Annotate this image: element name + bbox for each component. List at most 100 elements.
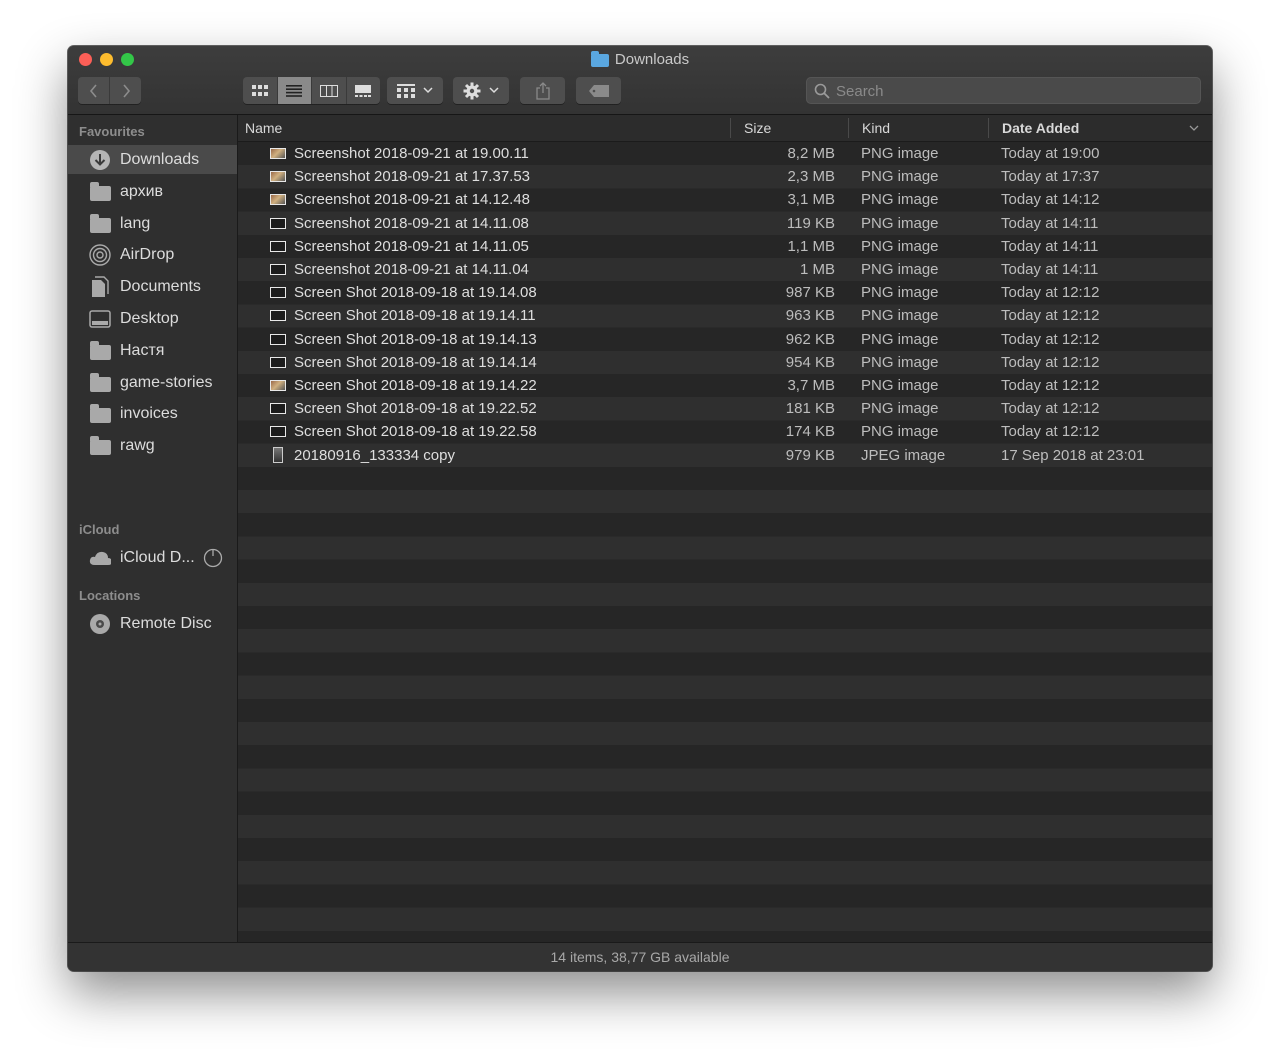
share-icon [535,81,550,100]
sidebar-item-label: Настя [120,341,165,359]
file-date-added: Today at 12:12 [1001,423,1100,441]
search-field[interactable] [806,77,1201,106]
sidebar: Favourites Downloads архив lang AirDrop … [68,115,238,942]
sidebar-item-lang[interactable]: lang [68,209,237,238]
sidebar-item-documents[interactable]: Documents [68,272,237,301]
file-name: Screen Shot 2018-09-18 at 19.22.52 [294,400,537,418]
file-row[interactable]: Screen Shot 2018-09-18 at 19.22.52 181 KB… [238,397,1212,420]
back-button[interactable] [78,77,110,104]
chevron-down-icon [489,87,499,94]
png-file-icon [270,194,286,206]
sidebar-item-label: архив [120,182,164,200]
png-file-icon [270,217,286,229]
sidebar-item-label: AirDrop [120,245,175,263]
file-row[interactable]: Screen Shot 2018-09-18 at 19.14.14 954 KB… [238,351,1212,374]
file-kind: PNG image [861,145,939,162]
file-size: 3,1 MB [787,191,835,209]
file-row[interactable]: Screenshot 2018-09-21 at 19.00.11 8,2 MB P… [238,142,1212,165]
file-kind: PNG image [861,353,939,371]
file-size: 979 KB [785,446,835,464]
tag-icon [588,84,609,97]
list-icon [286,84,303,97]
sidebar-item-desktop[interactable]: Desktop [68,304,237,333]
sidebar-item-nastya[interactable]: Настя [68,336,237,365]
file-name: Screen Shot 2018-09-18 at 19.14.14 [294,353,537,371]
column-header-size[interactable]: Size [744,115,771,141]
file-date-added: 17 Sep 2018 at 23:01 [1001,446,1145,464]
sidebar-item-label: invoices [120,404,178,422]
file-row[interactable]: Screen Shot 2018-09-18 at 19.14.22 3,7 MB… [238,374,1212,397]
sidebar-item-downloads[interactable]: Downloads [68,145,237,174]
view-mode-switcher [243,77,380,104]
sidebar-item-icloud-drive[interactable]: iCloud D... [68,543,237,572]
window-title-text: Downloads [614,51,690,68]
tag-button[interactable] [576,77,621,104]
column-divider[interactable] [848,118,849,138]
file-kind: PNG image [861,400,939,418]
png-file-icon [270,403,286,415]
file-name: Screenshot 2018-09-21 at 19.00.11 [294,145,529,162]
file-row[interactable]: Screenshot 2018-09-21 at 14.11.04 1 MB PNG… [238,258,1212,281]
file-row[interactable]: Screen Shot 2018-09-18 at 19.22.58 174 KB… [238,420,1212,443]
chevron-left-icon [89,83,97,98]
file-row[interactable]: Screen Shot 2018-09-18 at 19.14.13 962 KB… [238,328,1212,351]
file-row[interactable]: Screenshot 2018-09-21 at 14.11.08 119 KB P… [238,212,1212,235]
file-row[interactable]: Screen Shot 2018-09-18 at 19.14.08 987 KB… [238,281,1212,304]
column-header-name[interactable]: Name [245,115,282,141]
file-kind: PNG image [861,237,939,255]
sort-chevron-icon [1189,115,1199,141]
sidebar-item-archive[interactable]: архив [68,177,237,206]
file-size: 1,1 MB [787,237,835,255]
gear-icon [463,82,481,99]
sidebar-item-rawg[interactable]: rawg [68,431,237,460]
sidebar-item-label: rawg [120,436,155,454]
forward-button[interactable] [110,77,141,104]
sidebar-item-game-stories[interactable]: game-stories [68,368,237,397]
file-kind: PNG image [861,330,939,348]
finder-window: Downloads Search Favourites Downloads ар… [68,46,1212,971]
column-view-button[interactable] [312,77,347,104]
file-size: 8,2 MB [787,145,835,162]
folder-icon [89,340,111,360]
file-date-added: Today at 17:37 [1001,168,1100,186]
search-input[interactable] [834,77,1193,106]
file-name: Screenshot 2018-09-21 at 14.11.05 [294,237,529,255]
folder-icon [89,213,111,233]
icon-view-button[interactable] [243,77,278,104]
file-row[interactable]: 20180916_133334 copy 979 KB JPEG image 17 S… [238,444,1212,467]
sidebar-item-airdrop[interactable]: AirDrop [68,240,237,269]
sidebar-item-remote-disc[interactable]: Remote Disc [68,609,237,638]
file-row[interactable]: Screenshot 2018-09-21 at 14.11.05 1,1 MB P… [238,235,1212,258]
folder-icon [590,50,609,67]
file-name: Screenshot 2018-09-21 at 14.11.08 [294,214,529,232]
png-file-icon [270,171,286,183]
sidebar-item-label: game-stories [120,373,213,391]
group-by-button[interactable] [387,77,443,104]
file-size: 119 KB [786,214,835,232]
png-file-icon [270,310,286,322]
list-view-button[interactable] [277,77,312,104]
file-row[interactable]: Screen Shot 2018-09-18 at 19.14.11 963 KB… [238,304,1212,327]
disc-icon [89,613,111,635]
column-divider[interactable] [730,118,731,138]
action-button[interactable] [453,77,509,104]
sidebar-item-label: Downloads [120,150,200,168]
progress-ring-icon [203,548,222,567]
file-row[interactable]: Screenshot 2018-09-21 at 14.12.48 3,1 MB P… [238,188,1212,211]
column-divider[interactable] [988,118,989,138]
column-header-kind[interactable]: Kind [862,115,890,141]
sidebar-item-invoices[interactable]: invoices [68,399,237,428]
column-header-date-added[interactable]: Date Added [1002,115,1079,141]
file-size: 3,7 MB [787,377,835,394]
png-file-icon [270,148,286,159]
folder-icon [89,372,111,392]
gallery-view-button[interactable] [347,77,381,104]
png-file-icon [270,240,286,252]
file-row[interactable]: Screenshot 2018-09-21 at 17.37.53 2,3 MB P… [238,165,1212,188]
file-name: Screen Shot 2018-09-18 at 19.14.11 [294,307,536,325]
share-button[interactable] [520,77,565,104]
file-kind: PNG image [861,284,939,302]
png-file-icon [270,287,286,299]
nav-buttons [78,77,141,104]
cloud-icon [89,547,111,569]
